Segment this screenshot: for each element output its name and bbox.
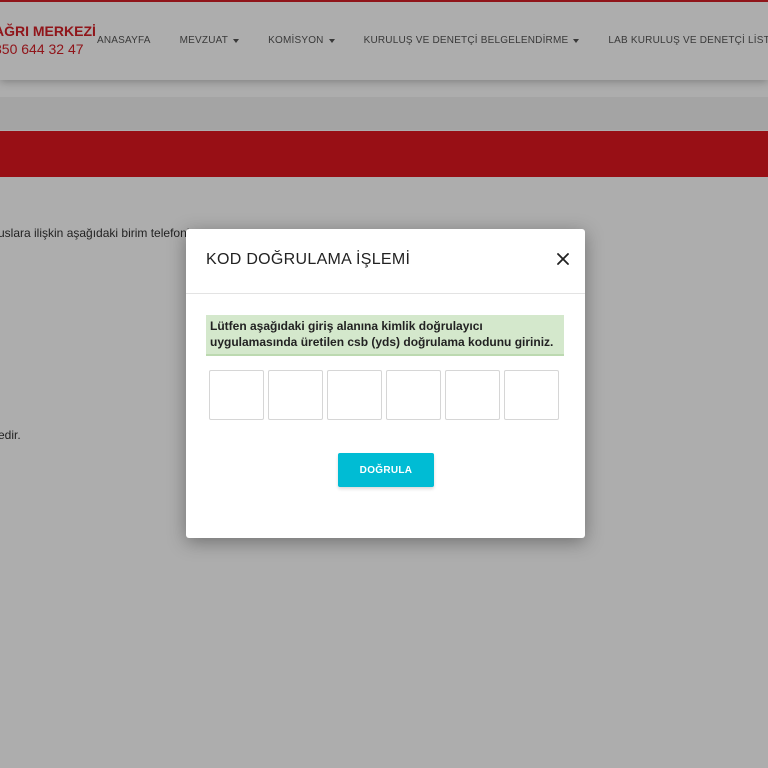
code-digit-input[interactable] bbox=[386, 370, 441, 420]
code-digit-input[interactable] bbox=[209, 370, 264, 420]
verification-modal: KOD DOĞRULAMA İŞLEMİ Lütfen aşağıdaki gi… bbox=[186, 229, 585, 538]
close-icon[interactable] bbox=[555, 251, 571, 267]
verify-button[interactable]: DOĞRULA bbox=[338, 453, 434, 487]
code-digit-input[interactable] bbox=[445, 370, 500, 420]
instruction-alert: Lütfen aşağıdaki giriş alanına kimlik do… bbox=[206, 315, 564, 356]
modal-title: KOD DOĞRULAMA İŞLEMİ bbox=[206, 251, 411, 268]
code-input-group bbox=[209, 370, 559, 420]
modal-header: KOD DOĞRULAMA İŞLEMİ bbox=[186, 229, 585, 294]
code-digit-input[interactable] bbox=[327, 370, 382, 420]
code-digit-input[interactable] bbox=[504, 370, 559, 420]
page: AĞRI MERKEZİ 850 644 32 47 ANASAYFA MEVZ… bbox=[0, 0, 768, 768]
code-digit-input[interactable] bbox=[268, 370, 323, 420]
